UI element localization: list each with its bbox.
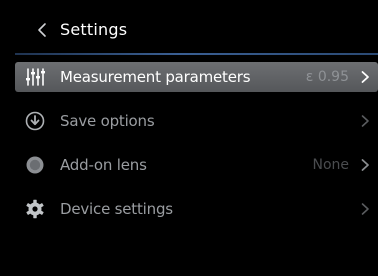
settings-screen: Settings Measurement parameters ε 0.95 S… — [0, 0, 378, 276]
chevron-right-icon — [361, 115, 369, 127]
chevron-right-icon — [361, 71, 369, 83]
lens-icon — [26, 156, 44, 174]
chevron-right-icon — [361, 203, 369, 215]
chevron-right-icon — [361, 159, 369, 171]
download-circle-icon — [25, 111, 45, 131]
menu-item-value: None — [312, 157, 349, 173]
menu-item-value: ε 0.95 — [305, 69, 349, 85]
menu-item-label: Device settings — [60, 200, 173, 218]
sliders-icon — [26, 68, 45, 86]
gear-icon — [26, 199, 44, 219]
menu-item-label: Measurement parameters — [60, 68, 251, 86]
menu-item-save-options[interactable]: Save options — [15, 106, 378, 136]
menu-item-label: Save options — [60, 112, 155, 130]
header-bar: Settings — [0, 0, 378, 58]
menu-item-measurement-parameters[interactable]: Measurement parameters ε 0.95 — [15, 62, 378, 92]
page-title: Settings — [60, 20, 128, 39]
menu-item-device-settings[interactable]: Device settings — [15, 194, 378, 224]
header-divider — [15, 53, 378, 55]
back-chevron-icon[interactable] — [33, 18, 53, 42]
menu-item-label: Add-on lens — [60, 156, 147, 174]
menu-item-add-on-lens[interactable]: Add-on lens None — [15, 150, 378, 180]
